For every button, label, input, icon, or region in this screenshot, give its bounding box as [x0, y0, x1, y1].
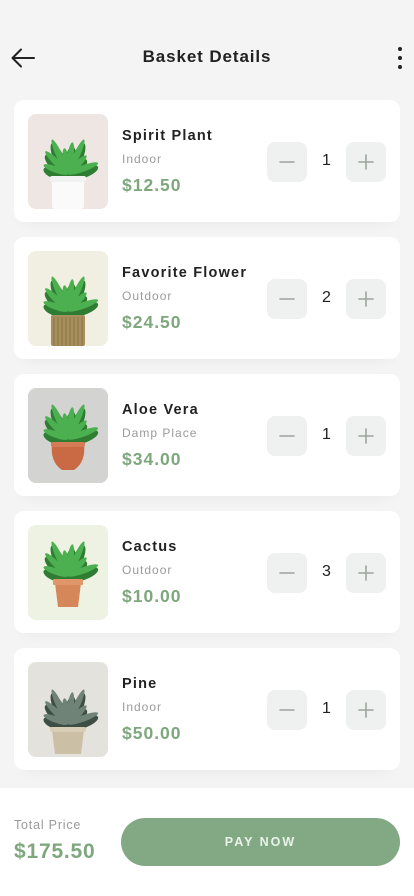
item-quantity: 2 — [322, 289, 331, 306]
basket-item: Spirit Plant Indoor $12.50 1 — [14, 100, 400, 222]
plus-icon — [358, 291, 374, 307]
minus-icon — [279, 435, 295, 437]
decrease-quantity-button[interactable] — [267, 279, 307, 319]
increase-quantity-button[interactable] — [346, 416, 386, 456]
more-options-button[interactable] — [392, 44, 408, 72]
plant-image[interactable] — [28, 525, 108, 620]
item-price: $50.00 — [122, 723, 182, 743]
item-price: $10.00 — [122, 586, 182, 606]
increase-quantity-button[interactable] — [346, 690, 386, 730]
basket-item: Cactus Outdoor $10.00 3 — [14, 511, 400, 633]
page-title: Basket Details — [142, 47, 272, 66]
item-name: Cactus — [122, 539, 178, 555]
item-price: $24.50 — [122, 312, 182, 332]
item-price: $34.00 — [122, 449, 182, 469]
item-price: $12.50 — [122, 175, 182, 195]
item-category: Damp Place — [122, 426, 198, 440]
plant-image[interactable] — [28, 114, 108, 209]
item-category: Indoor — [122, 152, 163, 166]
increase-quantity-button[interactable] — [346, 279, 386, 319]
checkout-footer: Total Price $175.50 PAY NOW — [0, 788, 414, 896]
item-name: Spirit Plant — [122, 128, 213, 144]
plus-icon — [358, 702, 374, 718]
item-name: Aloe Vera — [122, 402, 199, 418]
minus-icon — [279, 709, 295, 711]
item-quantity: 1 — [322, 700, 331, 717]
decrease-quantity-button[interactable] — [267, 690, 307, 730]
more-vertical-icon — [398, 47, 402, 69]
plant-image[interactable] — [28, 662, 108, 757]
decrease-quantity-button[interactable] — [267, 416, 307, 456]
basket-list: Spirit Plant Indoor $12.50 1 Favorite Fl… — [14, 100, 400, 785]
total-price-value: $175.50 — [14, 840, 96, 863]
plus-icon — [358, 154, 374, 170]
item-category: Outdoor — [122, 563, 173, 577]
basket-item: Aloe Vera Damp Place $34.00 1 — [14, 374, 400, 496]
plant-image[interactable] — [28, 388, 108, 483]
minus-icon — [279, 161, 295, 163]
plus-icon — [358, 565, 374, 581]
item-quantity: 3 — [322, 563, 331, 580]
total-price-label: Total Price — [14, 818, 82, 832]
basket-item: Pine Indoor $50.00 1 — [14, 648, 400, 770]
header: Basket Details — [0, 0, 414, 100]
decrease-quantity-button[interactable] — [267, 142, 307, 182]
item-name: Favorite Flower — [122, 265, 248, 281]
item-quantity: 1 — [322, 152, 331, 169]
increase-quantity-button[interactable] — [346, 142, 386, 182]
pay-now-button[interactable]: PAY NOW — [121, 818, 400, 866]
minus-icon — [279, 572, 295, 574]
decrease-quantity-button[interactable] — [267, 553, 307, 593]
item-category: Outdoor — [122, 289, 173, 303]
item-name: Pine — [122, 676, 158, 692]
plus-icon — [358, 428, 374, 444]
item-quantity: 1 — [322, 426, 331, 443]
minus-icon — [279, 298, 295, 300]
basket-item: Favorite Flower Outdoor $24.50 2 — [14, 237, 400, 359]
item-category: Indoor — [122, 700, 163, 714]
plant-image[interactable] — [28, 251, 108, 346]
increase-quantity-button[interactable] — [346, 553, 386, 593]
